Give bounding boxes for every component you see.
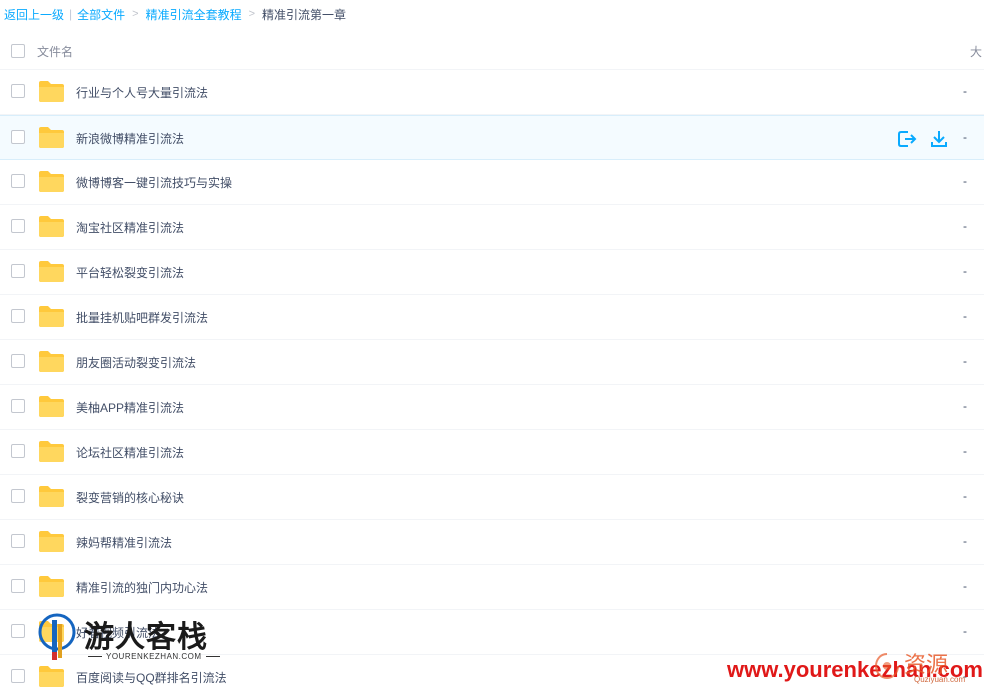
row-checkbox[interactable] — [11, 130, 25, 144]
file-name-link[interactable]: 朋友圈活动裂变引流法 — [76, 354, 196, 371]
file-size: - — [963, 399, 967, 413]
row-checkbox[interactable] — [11, 489, 25, 503]
breadcrumb-separator: > — [248, 8, 256, 20]
file-size: - — [963, 669, 967, 683]
file-row[interactable]: 淘宝社区精准引流法 - — [0, 205, 984, 250]
file-size: - — [963, 354, 967, 368]
file-size: - — [963, 489, 967, 503]
row-checkbox[interactable] — [11, 399, 25, 413]
folder-icon — [39, 306, 64, 327]
file-name-link[interactable]: 精准引流的独门内功心法 — [76, 579, 208, 596]
file-row[interactable]: 微博博客一键引流技巧与实操 - — [0, 160, 984, 205]
row-checkbox[interactable] — [11, 579, 25, 593]
row-checkbox[interactable] — [11, 174, 25, 188]
file-row[interactable]: 论坛社区精准引流法 - — [0, 430, 984, 475]
row-actions — [897, 129, 949, 149]
select-all-checkbox[interactable] — [11, 44, 25, 58]
breadcrumb-divider: | — [69, 7, 73, 21]
file-name-link[interactable]: 好看视频引流法 — [76, 624, 160, 641]
breadcrumb-back-link[interactable]: 返回上一级 — [4, 6, 64, 23]
file-row[interactable]: 好看视频引流法 - — [0, 610, 984, 655]
file-row[interactable]: 裂变营销的核心秘诀 - — [0, 475, 984, 520]
file-size: - — [963, 309, 967, 323]
file-size: - — [963, 579, 967, 593]
download-icon[interactable] — [929, 129, 949, 149]
file-size: - — [963, 624, 967, 638]
breadcrumb-current: 精准引流第一章 — [262, 7, 347, 22]
file-list: 行业与个人号大量引流法 - 新浪微博精准引流法 - 微博博客一键引流技巧与实操 … — [0, 70, 984, 689]
file-row[interactable]: 新浪微博精准引流法 - — [0, 115, 984, 160]
file-name-link[interactable]: 辣妈帮精准引流法 — [76, 534, 172, 551]
share-icon[interactable] — [897, 129, 917, 149]
breadcrumb-parent-link[interactable]: 精准引流全套教程 — [146, 6, 242, 23]
file-size: - — [963, 84, 967, 98]
file-row[interactable]: 百度阅读与QQ群排名引流法 - — [0, 655, 984, 689]
file-size: - — [963, 444, 967, 458]
folder-icon — [39, 666, 64, 687]
file-row[interactable]: 行业与个人号大量引流法 - — [0, 70, 984, 115]
file-name-link[interactable]: 新浪微博精准引流法 — [76, 130, 184, 147]
row-checkbox[interactable] — [11, 84, 25, 98]
file-name-link[interactable]: 批量挂机贴吧群发引流法 — [76, 309, 208, 326]
row-checkbox[interactable] — [11, 444, 25, 458]
file-name-link[interactable]: 淘宝社区精准引流法 — [76, 219, 184, 236]
file-size: - — [963, 174, 967, 188]
folder-icon — [39, 127, 64, 148]
file-row[interactable]: 辣妈帮精准引流法 - — [0, 520, 984, 565]
column-header-name[interactable]: 文件名 — [37, 43, 73, 60]
file-size: - — [963, 264, 967, 278]
row-checkbox[interactable] — [11, 669, 25, 683]
row-checkbox[interactable] — [11, 219, 25, 233]
breadcrumb: 返回上一级 | 全部文件 > 精准引流全套教程 > 精准引流第一章 — [4, 5, 346, 23]
folder-icon — [39, 396, 64, 417]
folder-icon — [39, 351, 64, 372]
file-list-header: 文件名 大 — [0, 33, 984, 70]
folder-icon — [39, 486, 64, 507]
file-name-link[interactable]: 百度阅读与QQ群排名引流法 — [76, 669, 227, 686]
row-checkbox[interactable] — [11, 264, 25, 278]
file-name-link[interactable]: 论坛社区精准引流法 — [76, 444, 184, 461]
folder-icon — [39, 531, 64, 552]
file-name-link[interactable]: 行业与个人号大量引流法 — [76, 84, 208, 101]
breadcrumb-all-files-link[interactable]: 全部文件 — [77, 6, 125, 23]
file-size: - — [963, 130, 967, 144]
row-checkbox[interactable] — [11, 309, 25, 323]
file-name-link[interactable]: 美柚APP精准引流法 — [76, 399, 184, 416]
row-checkbox[interactable] — [11, 624, 25, 638]
file-row[interactable]: 批量挂机贴吧群发引流法 - — [0, 295, 984, 340]
row-checkbox[interactable] — [11, 534, 25, 548]
folder-icon — [39, 261, 64, 282]
folder-icon — [39, 81, 64, 102]
folder-icon — [39, 621, 64, 642]
file-row[interactable]: 精准引流的独门内功心法 - — [0, 565, 984, 610]
file-size: - — [963, 219, 967, 233]
file-name-link[interactable]: 平台轻松裂变引流法 — [76, 264, 184, 281]
file-row[interactable]: 平台轻松裂变引流法 - — [0, 250, 984, 295]
row-checkbox[interactable] — [11, 354, 25, 368]
folder-icon — [39, 216, 64, 237]
breadcrumb-separator: > — [132, 8, 139, 20]
file-row[interactable]: 朋友圈活动裂变引流法 - — [0, 340, 984, 385]
file-name-link[interactable]: 裂变营销的核心秘诀 — [76, 489, 184, 506]
folder-icon — [39, 441, 64, 462]
folder-icon — [39, 576, 64, 597]
file-row[interactable]: 美柚APP精准引流法 - — [0, 385, 984, 430]
column-header-size[interactable]: 大 — [970, 43, 982, 60]
file-size: - — [963, 534, 967, 548]
folder-icon — [39, 171, 64, 192]
file-name-link[interactable]: 微博博客一键引流技巧与实操 — [76, 174, 232, 191]
